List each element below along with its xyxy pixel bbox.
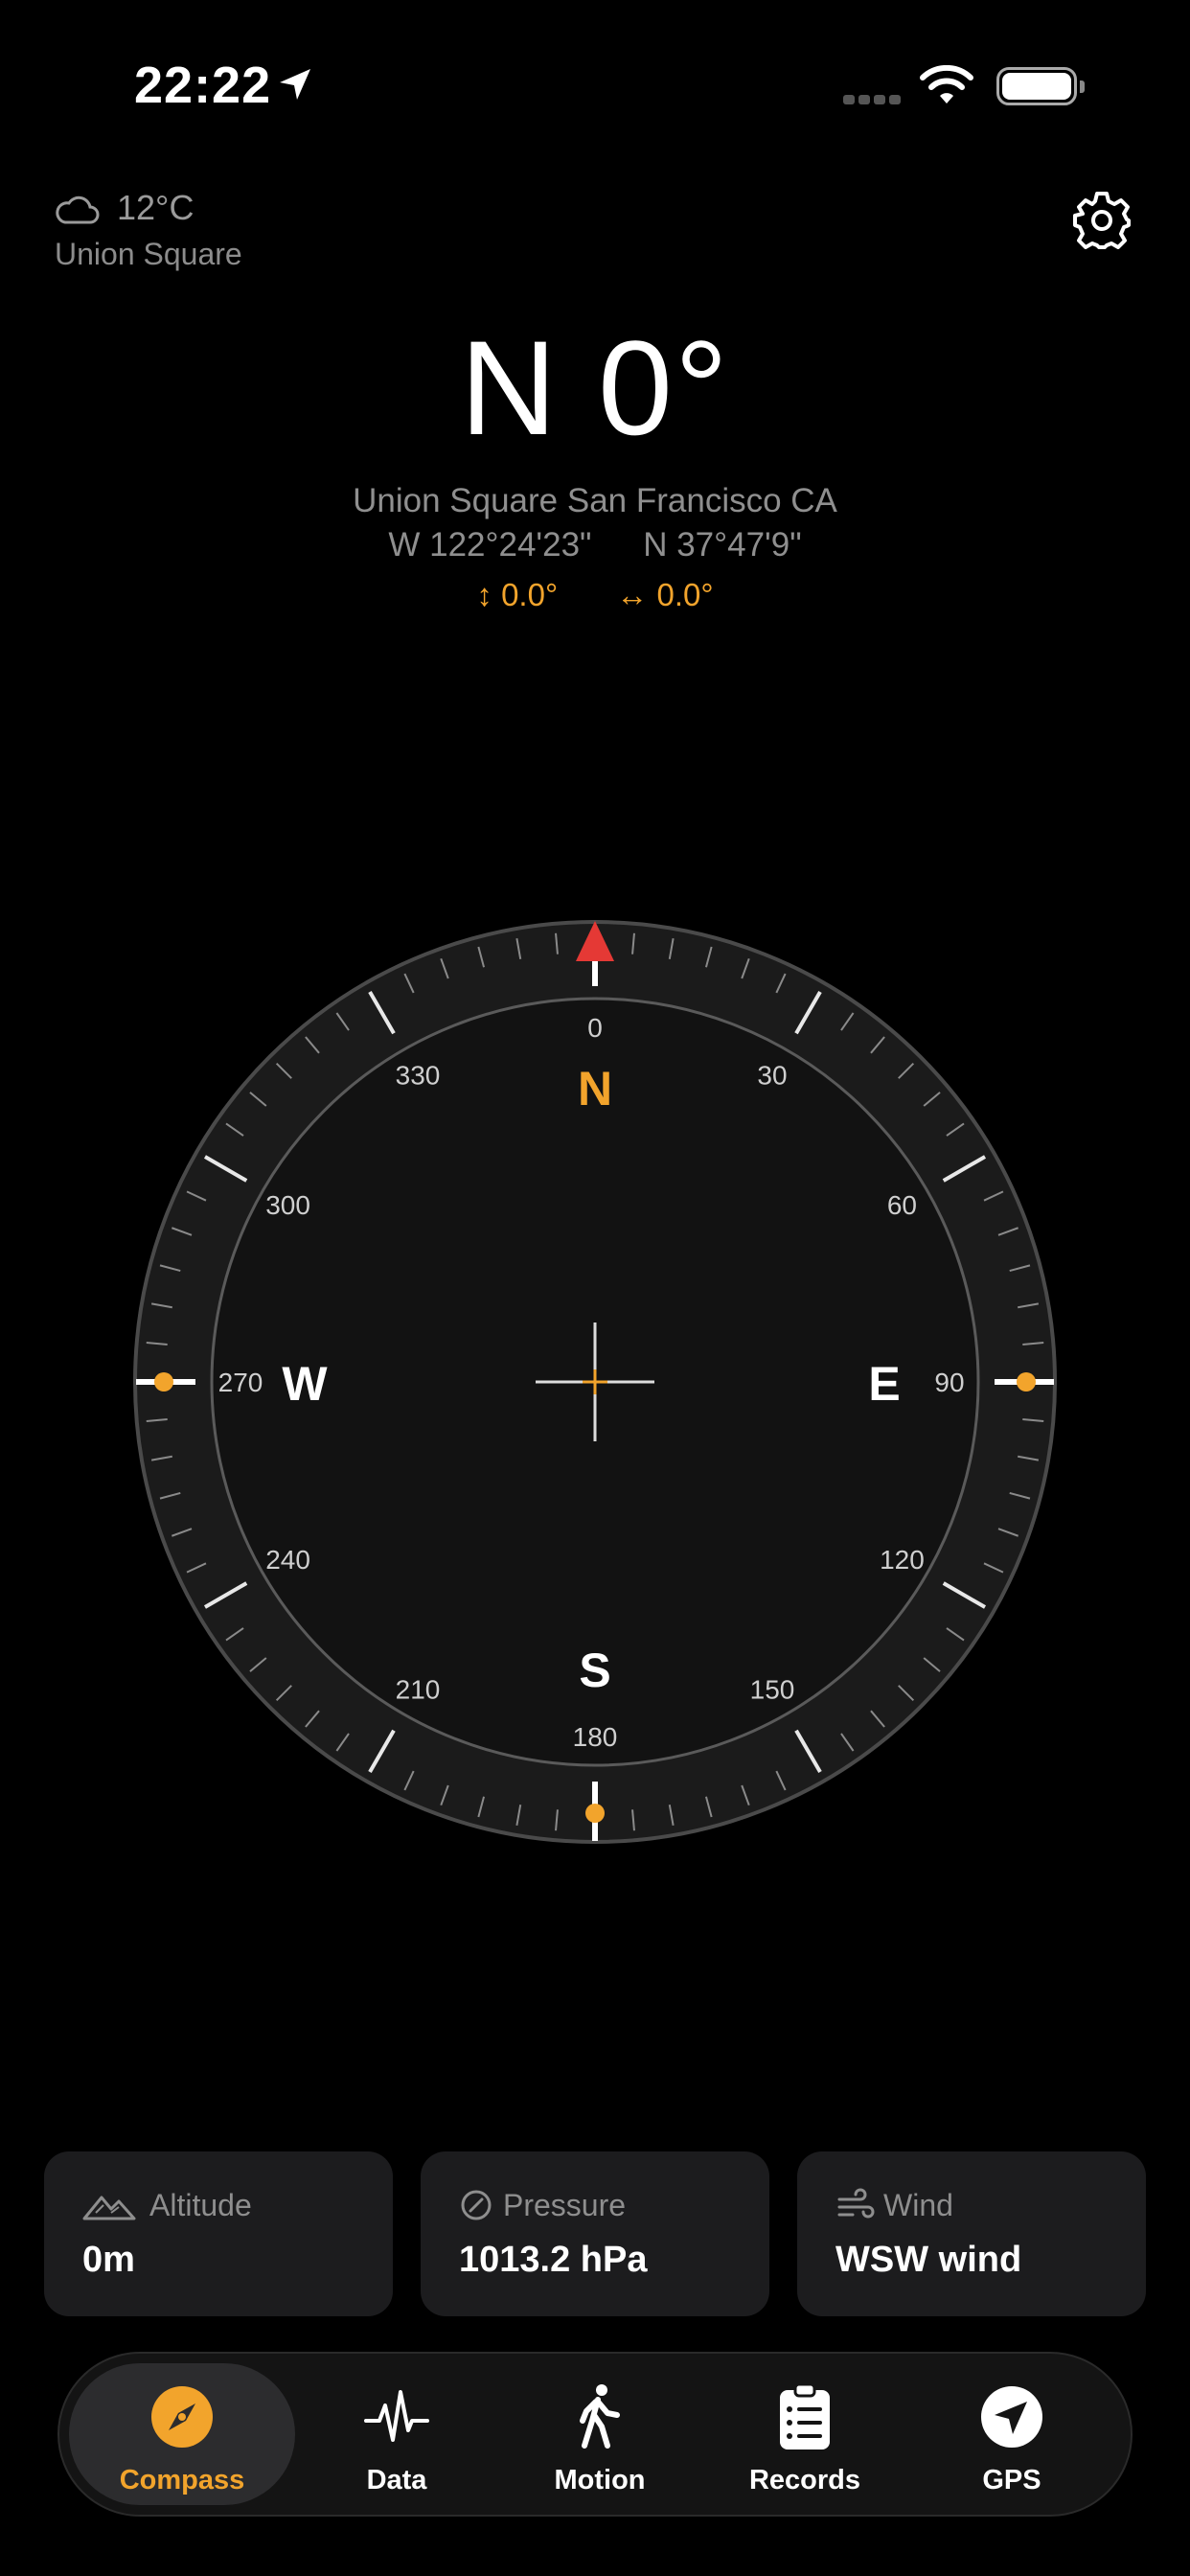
- tab-motion[interactable]: Motion: [506, 2363, 694, 2505]
- tab-gps-label: GPS: [982, 2465, 1041, 2496]
- wind-icon: [837, 2188, 875, 2219]
- west-marker-dot: [154, 1372, 173, 1392]
- cellular-signal-icon: [843, 92, 904, 109]
- tilt-readout: ↕ 0.0° ↔ 0.0°: [0, 577, 1190, 613]
- tab-compass-label: Compass: [119, 2465, 245, 2496]
- coordinates: W 122°24'23" N 37°47'9": [0, 526, 1190, 564]
- weather-location: Union Square: [55, 237, 242, 271]
- cardinal-east: E: [868, 1357, 900, 1411]
- mountain-icon: [82, 2196, 136, 2220]
- tab-gps[interactable]: GPS: [918, 2363, 1106, 2505]
- location-arrow-icon: [981, 2386, 1042, 2448]
- tab-records[interactable]: Records: [711, 2363, 899, 2505]
- degree-label-0: 0: [587, 1013, 603, 1043]
- degree-label-270: 270: [218, 1368, 263, 1397]
- wind-value: WSW wind: [835, 2240, 1022, 2280]
- degree-label-30: 30: [757, 1061, 787, 1091]
- weather-temperature: 12°C: [117, 188, 195, 227]
- pressure-value: 1013.2 hPa: [459, 2240, 648, 2280]
- settings-gear-icon[interactable]: [1071, 190, 1133, 251]
- degree-label-240: 240: [265, 1545, 310, 1575]
- south-marker-dot: [585, 1804, 605, 1823]
- location-name: Union Square San Francisco CA: [353, 482, 837, 519]
- cloud-icon: [56, 196, 100, 224]
- wind-card[interactable]: Wind WSW wind: [797, 2151, 1146, 2316]
- tab-data-label: Data: [366, 2465, 427, 2496]
- degree-label-330: 330: [396, 1061, 441, 1091]
- pressure-card[interactable]: Pressure 1013.2 hPa: [421, 2151, 769, 2316]
- altitude-value: 0m: [82, 2240, 135, 2280]
- pressure-label: Pressure: [503, 2188, 627, 2222]
- heading-readout: N 0°: [460, 312, 730, 463]
- battery-icon: [996, 67, 1085, 105]
- tilt-vertical: ↕ 0.0°: [476, 577, 559, 612]
- wind-label: Wind: [883, 2188, 953, 2222]
- degree-label-90: 90: [934, 1368, 964, 1397]
- cardinal-north: N: [578, 1062, 612, 1116]
- degree-label-150: 150: [750, 1674, 795, 1704]
- location-services-icon: [280, 69, 310, 100]
- degree-label-120: 120: [880, 1545, 925, 1575]
- tab-bar: Compass Data Motion Records GPS: [57, 2352, 1133, 2517]
- degree-label-180: 180: [573, 1722, 618, 1752]
- compass-icon: [151, 2386, 213, 2448]
- degree-label-210: 210: [396, 1674, 441, 1704]
- clipboard-icon: [780, 2382, 830, 2450]
- latitude: N 37°47'9": [643, 526, 802, 564]
- tab-records-label: Records: [748, 2465, 861, 2496]
- tab-data[interactable]: Data: [303, 2363, 491, 2505]
- compass-dial[interactable]: 0 30 60 90 120 150 180 210 240 270 300 330 N E S W: [130, 917, 1060, 1847]
- tab-motion-label: Motion: [554, 2465, 646, 2496]
- degree-label-60: 60: [887, 1190, 917, 1220]
- tilt-horizontal: ↔ 0.0°: [616, 577, 714, 612]
- wifi-icon: [920, 65, 973, 104]
- cardinal-west: W: [282, 1357, 328, 1411]
- altitude-label: Altitude: [149, 2188, 252, 2222]
- status-time: 22:22: [134, 57, 272, 114]
- east-marker-dot: [1017, 1372, 1036, 1392]
- pulse-icon: [364, 2390, 429, 2442]
- cardinal-south: S: [579, 1644, 610, 1697]
- longitude: W 122°24'23": [388, 526, 592, 564]
- altitude-card[interactable]: Altitude 0m: [44, 2151, 393, 2316]
- walking-icon: [580, 2384, 620, 2449]
- degree-label-300: 300: [265, 1190, 310, 1220]
- tab-compass[interactable]: Compass: [69, 2363, 295, 2505]
